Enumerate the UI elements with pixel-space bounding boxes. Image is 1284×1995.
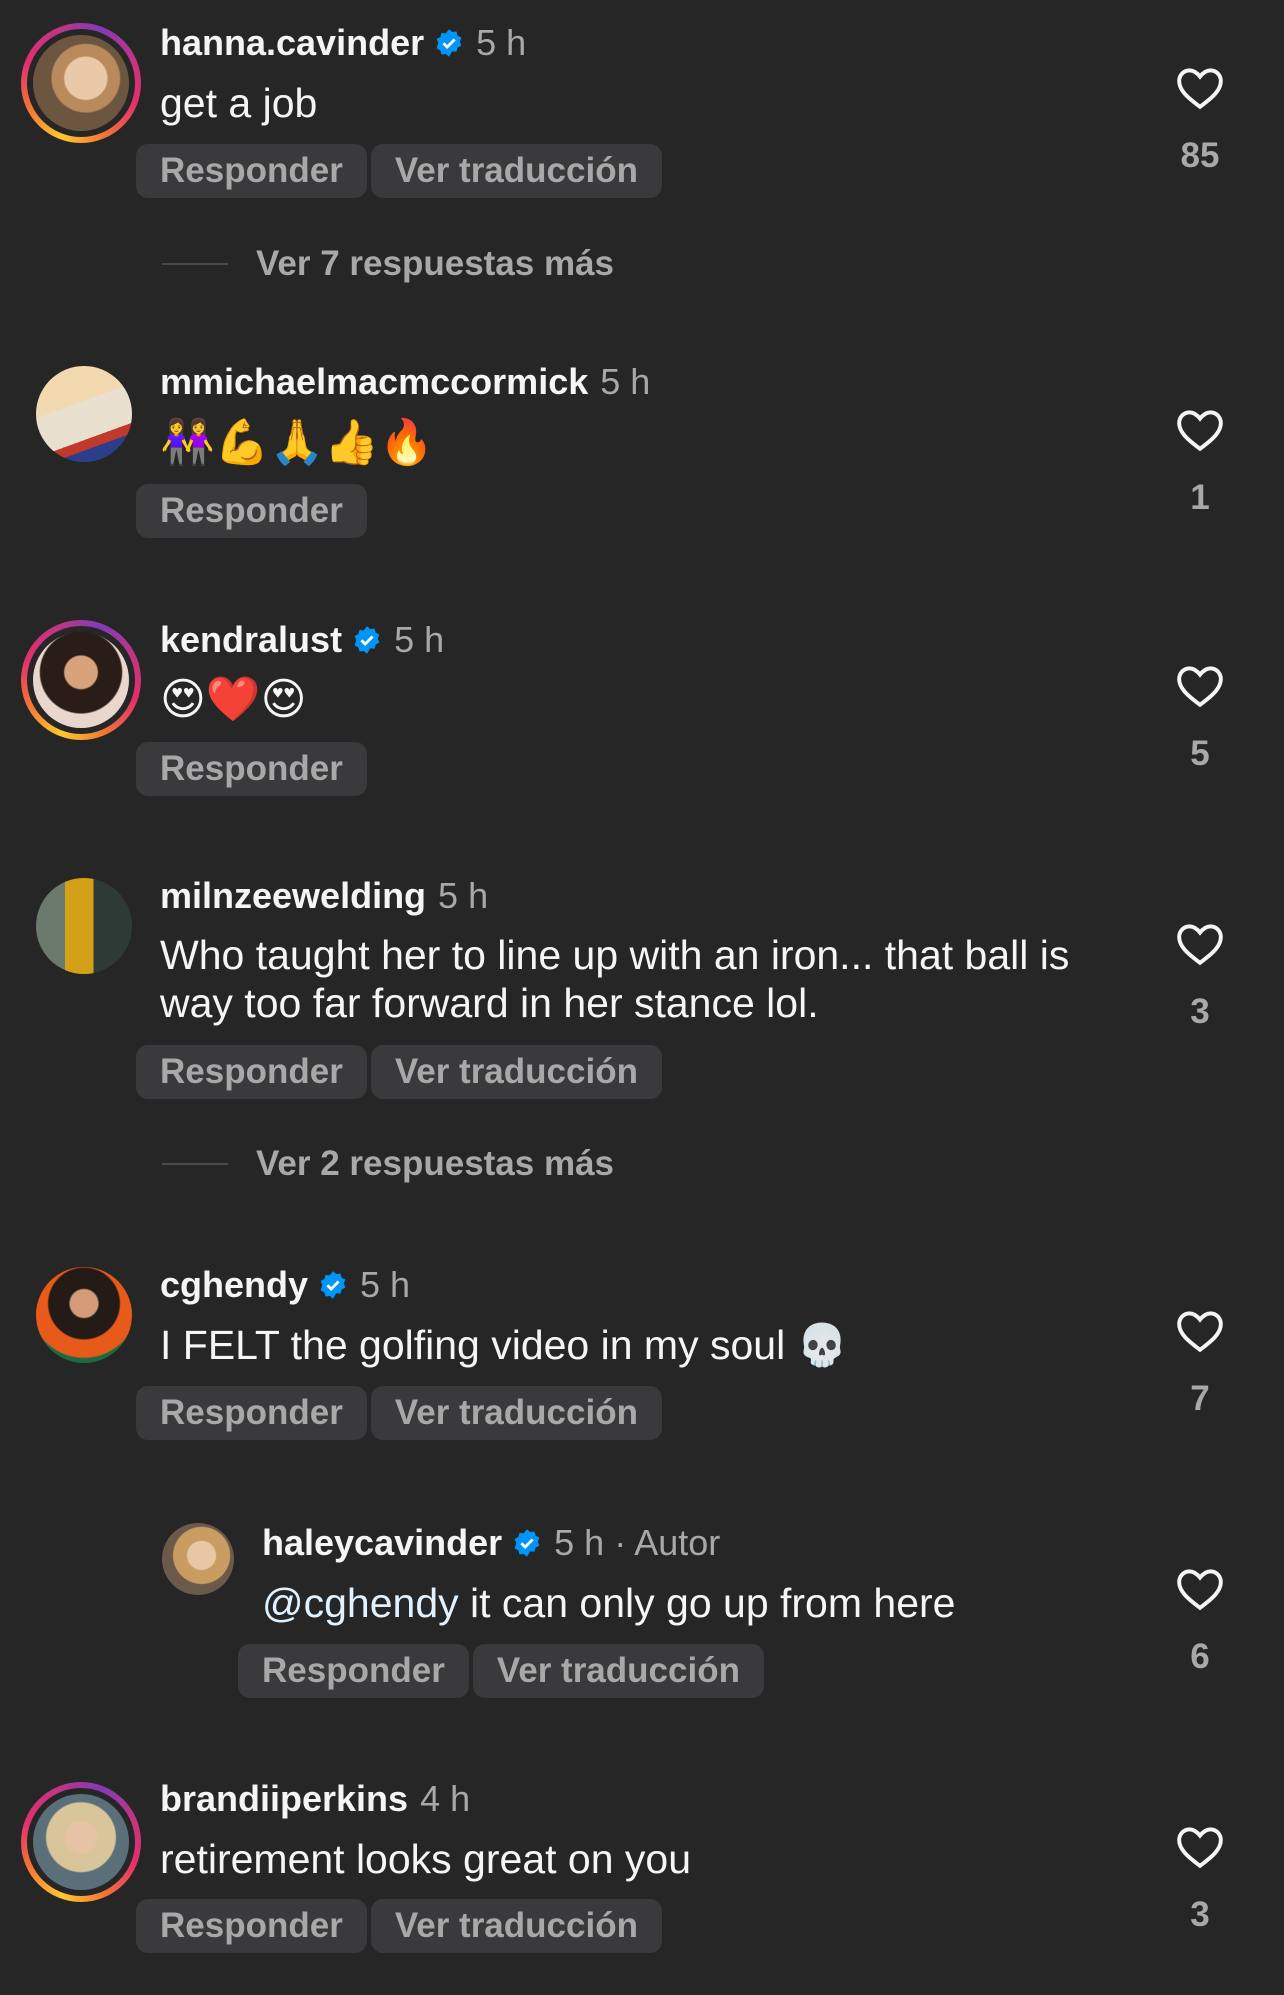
like-button[interactable]: [1174, 920, 1226, 966]
verified-badge-icon: [320, 1271, 346, 1299]
avatar[interactable]: [36, 878, 132, 974]
translate-button[interactable]: Ver traducción: [370, 144, 662, 198]
view-replies-label: Ver 7 respuestas más: [256, 244, 615, 283]
heart-icon: [1177, 1827, 1223, 1869]
like-button[interactable]: [1174, 406, 1226, 452]
username[interactable]: mmichaelmacmccormick: [160, 361, 588, 403]
timestamp: 5 h: [600, 361, 651, 402]
avatar[interactable]: [36, 366, 132, 462]
username[interactable]: hanna.cavinder: [160, 22, 424, 64]
avatar[interactable]: [36, 1267, 132, 1363]
timestamp: 5 h · Autor: [554, 1522, 721, 1563]
verified-badge-icon: [514, 1529, 540, 1557]
view-replies-button[interactable]: Ver 7 respuestas más: [162, 244, 614, 284]
heart-icon: [1177, 68, 1223, 110]
avatar[interactable]: [21, 23, 141, 143]
avatar[interactable]: [162, 1523, 234, 1595]
reply-button[interactable]: Responder: [136, 1899, 367, 1953]
like-count: 7: [1190, 1379, 1210, 1418]
like-count: 6: [1190, 1637, 1210, 1676]
comment-text: I FELT the golfing video in my soul 💀: [160, 1322, 848, 1368]
view-replies-button[interactable]: Ver 2 respuestas más: [162, 1144, 614, 1184]
like-count: 1: [1190, 478, 1210, 517]
like-count: 5: [1190, 734, 1210, 773]
mention-link[interactable]: @cghendy: [262, 1580, 459, 1626]
reply-button[interactable]: Responder: [136, 144, 367, 198]
like-count: 3: [1190, 992, 1210, 1031]
comment-text: 👭💪🙏👍🔥: [160, 418, 434, 467]
translate-button[interactable]: Ver traducción: [370, 1899, 662, 1953]
divider: [162, 1163, 228, 1165]
heart-icon: [1177, 666, 1223, 708]
avatar[interactable]: [21, 620, 141, 740]
timestamp: 5 h: [360, 1264, 411, 1305]
like-button[interactable]: [1174, 1823, 1226, 1869]
timestamp: 5 h: [394, 619, 445, 660]
heart-icon: [1177, 1569, 1223, 1611]
reply-button[interactable]: Responder: [136, 1045, 367, 1099]
like-button[interactable]: [1174, 1307, 1226, 1353]
translate-button[interactable]: Ver traducción: [472, 1644, 764, 1698]
divider: [162, 263, 228, 265]
view-replies-label: Ver 2 respuestas más: [256, 1144, 615, 1183]
username[interactable]: haleycavinder: [262, 1522, 502, 1564]
timestamp: 5 h: [438, 875, 489, 916]
comment-text-body: it can only go up from here: [458, 1580, 956, 1626]
reply-button[interactable]: Responder: [136, 484, 367, 538]
reply-button[interactable]: Responder: [136, 742, 367, 796]
translate-button[interactable]: Ver traducción: [370, 1045, 662, 1099]
comment-text: 😍❤️😍: [160, 675, 307, 724]
reply-button[interactable]: Responder: [136, 1386, 367, 1440]
username[interactable]: brandiiperkins: [160, 1778, 408, 1820]
reply-button[interactable]: Responder: [238, 1644, 469, 1698]
verified-badge-icon: [436, 29, 462, 57]
heart-icon: [1177, 410, 1223, 452]
comment-text: retirement looks great on you: [160, 1836, 691, 1882]
timestamp: 5 h: [476, 22, 527, 63]
like-button[interactable]: [1174, 662, 1226, 708]
username[interactable]: milnzeewelding: [160, 875, 426, 917]
verified-badge-icon: [354, 626, 380, 654]
comment-text: Who taught her to line up with an iron..…: [160, 932, 1070, 1026]
like-count: 85: [1180, 136, 1220, 175]
heart-icon: [1177, 1311, 1223, 1353]
username[interactable]: cghendy: [160, 1264, 308, 1306]
avatar[interactable]: [21, 1782, 141, 1902]
comment-text: get a job: [160, 80, 318, 126]
like-count: 3: [1190, 1895, 1210, 1934]
like-button[interactable]: [1174, 64, 1226, 110]
heart-icon: [1177, 924, 1223, 966]
comment-text: @cghendy it can only go up from here: [262, 1579, 955, 1627]
username[interactable]: kendralust: [160, 619, 342, 661]
like-button[interactable]: [1174, 1565, 1226, 1611]
timestamp: 4 h: [420, 1778, 471, 1819]
translate-button[interactable]: Ver traducción: [370, 1386, 662, 1440]
